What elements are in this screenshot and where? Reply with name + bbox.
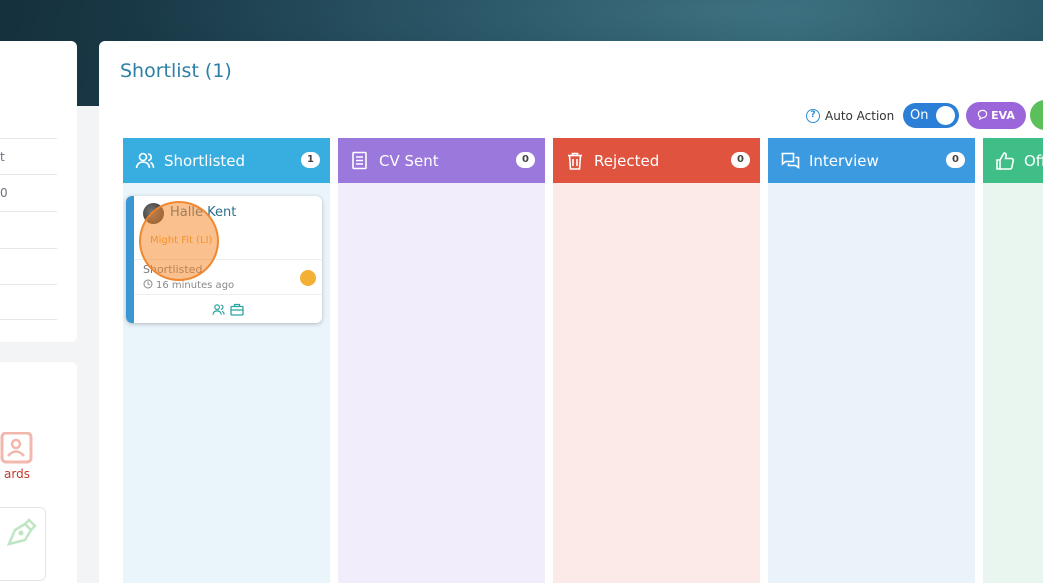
candidate-card[interactable]: Halle Kent Might Fit (LI) Shortlisted 16…	[126, 196, 322, 323]
avatar	[143, 203, 164, 224]
eva-label: EVA	[991, 109, 1015, 122]
eva-button[interactable]: EVA	[966, 102, 1026, 129]
chat-icon	[780, 151, 800, 171]
column-body	[983, 183, 1043, 583]
candidate-name[interactable]: Halle Kent	[170, 205, 236, 220]
column-title: Interview	[809, 151, 879, 170]
column-body: Halle Kent Might Fit (LI) Shortlisted 16…	[123, 183, 330, 583]
column-title: Off	[1024, 151, 1043, 170]
stage-label: Shortlisted	[143, 263, 203, 276]
time-row: 16 minutes ago	[143, 279, 234, 292]
auto-action-control: ? Auto Action	[806, 107, 894, 125]
page-title: Shortlist (1)	[120, 60, 232, 82]
pen-tool-button[interactable]	[0, 507, 46, 581]
id-card-icon[interactable]	[0, 431, 33, 464]
column-body	[553, 183, 760, 583]
column-body	[768, 183, 975, 583]
left-row-5[interactable]	[0, 284, 57, 320]
status-dot	[300, 270, 316, 286]
column-count: 0	[516, 152, 535, 168]
auto-action-toggle[interactable]: On	[903, 103, 959, 128]
left-row-3[interactable]	[0, 211, 57, 247]
left-filter-card: t 0	[0, 41, 77, 342]
briefcase-icon[interactable]	[230, 301, 244, 320]
pen-icon	[3, 516, 39, 554]
column-shortlisted: Shortlisted 1 Halle Kent Might Fit (LI) …	[123, 138, 330, 583]
column-header-offer[interactable]: Off	[983, 138, 1043, 183]
users-icon	[135, 151, 155, 171]
column-count: 0	[946, 152, 965, 168]
left-row-2[interactable]: 0	[0, 174, 57, 210]
column-interview: Interview 0	[768, 138, 975, 583]
rewards-label[interactable]: ards	[0, 467, 30, 481]
trash-icon	[565, 151, 585, 171]
chat-bubble-icon	[977, 109, 988, 123]
column-count: 1	[301, 152, 320, 168]
time-ago: 16 minutes ago	[156, 280, 235, 291]
auto-action-label: Auto Action	[825, 109, 895, 123]
column-title: CV Sent	[379, 151, 439, 170]
document-icon	[350, 151, 370, 171]
column-offer: Off	[983, 138, 1043, 583]
clock-icon	[143, 279, 153, 292]
thumbs-up-icon	[995, 151, 1015, 171]
left-row-1[interactable]: t	[0, 138, 57, 174]
column-rejected: Rejected 0	[553, 138, 760, 583]
candidate-profile-icon[interactable]	[212, 301, 225, 320]
left-row-4[interactable]	[0, 248, 57, 284]
toggle-knob	[936, 106, 955, 125]
fit-label: Might Fit (LI)	[150, 235, 213, 246]
column-header-rejected[interactable]: Rejected 0	[553, 138, 760, 183]
card-accent-bar	[126, 196, 134, 323]
column-header-interview[interactable]: Interview 0	[768, 138, 975, 183]
column-count: 0	[731, 152, 750, 168]
column-header-cv-sent[interactable]: CV Sent 0	[338, 138, 545, 183]
toggle-label: On	[910, 108, 929, 123]
divider	[134, 294, 322, 295]
help-icon[interactable]: ?	[806, 109, 820, 123]
column-cv-sent: CV Sent 0	[338, 138, 545, 583]
column-title: Rejected	[594, 151, 660, 170]
card-actions	[212, 301, 244, 320]
column-title: Shortlisted	[164, 151, 246, 170]
divider	[134, 259, 322, 260]
column-header-shortlisted[interactable]: Shortlisted 1	[123, 138, 330, 183]
column-body	[338, 183, 545, 583]
